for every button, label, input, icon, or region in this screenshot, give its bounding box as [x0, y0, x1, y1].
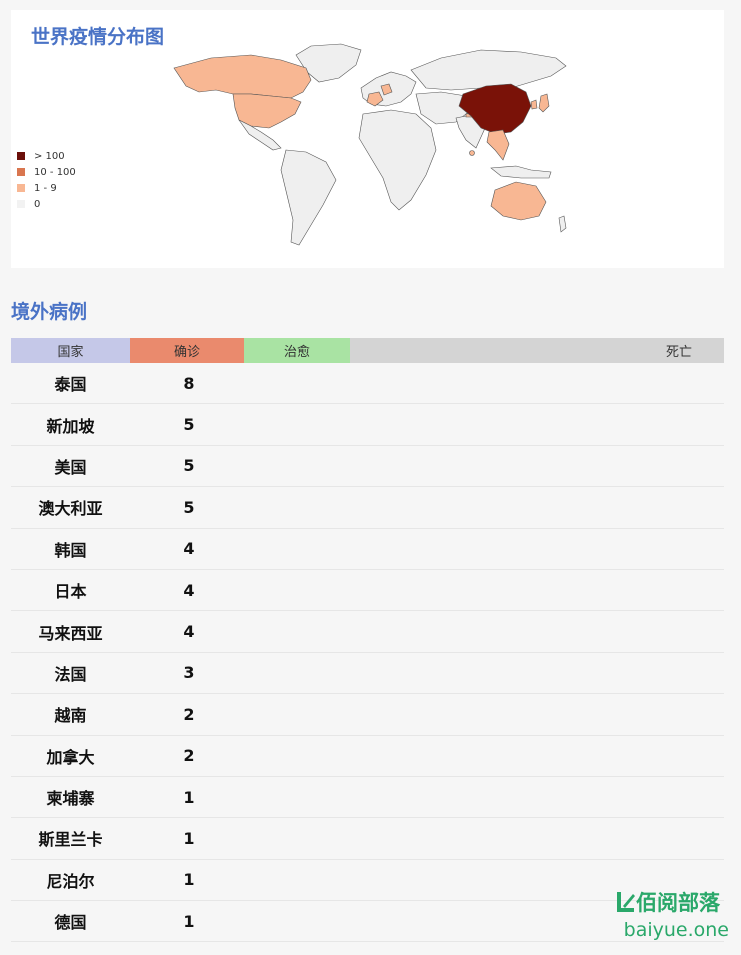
watermark: 佰阅部落 baiyue.one [614, 887, 729, 941]
cell-confirmed: 5 [183, 497, 195, 517]
cell-country: 新加坡 [46, 416, 95, 436]
header-confirmed[interactable]: 确诊 [130, 338, 244, 363]
cell-country: 德国 [54, 913, 87, 933]
cell-confirmed: 2 [183, 704, 195, 724]
table-row: 柬埔寨 1 [11, 777, 724, 819]
overseas-case-table: 泰国 8 新加坡 5 美国 5 澳大利亚 5 韩国 4 日本 4 马来西亚 4 法国 3 越南 2… [11, 363, 724, 943]
table-row: 美国 5 [11, 446, 724, 488]
cell-country: 澳大利亚 [38, 499, 103, 519]
map-region-south-america [280, 149, 337, 246]
cell-country: 柬埔寨 [46, 789, 95, 809]
table-row: 斯里兰卡 1 [11, 818, 724, 860]
watermark-logo-icon [617, 892, 635, 912]
cell-country: 日本 [54, 582, 87, 602]
cell-country: 韩国 [54, 540, 87, 560]
legend-label: > 100 [34, 150, 65, 162]
cell-confirmed: 4 [183, 539, 195, 559]
table-row: 越南 2 [11, 694, 724, 736]
table-row: 泰国 8 [11, 363, 724, 405]
legend-label: 1 - 9 [34, 182, 57, 194]
map-title: 世界疫情分布图 [31, 26, 165, 48]
map-region-japan [538, 93, 550, 113]
world-map-card: 世界疫情分布图 > 100 10 - 100 1 - 9 0 [11, 10, 724, 268]
cell-confirmed: 1 [183, 911, 195, 931]
cell-confirmed: 1 [183, 828, 195, 848]
map-region-korea [530, 99, 538, 110]
table-row: 马来西亚 4 [11, 611, 724, 653]
header-recovered[interactable]: 治愈 [244, 338, 350, 363]
legend-swatch [17, 152, 25, 160]
watermark-brand: 佰阅部落 [614, 887, 729, 917]
map-region-africa [358, 109, 437, 211]
cell-country: 马来西亚 [38, 623, 103, 643]
header-country[interactable]: 国家 [11, 338, 130, 363]
cell-confirmed: 2 [183, 746, 195, 766]
table-row: 日本 4 [11, 570, 724, 612]
cell-country: 尼泊尔 [46, 871, 95, 891]
cell-country: 法国 [54, 664, 87, 684]
cell-country: 泰国 [54, 375, 87, 395]
cell-confirmed: 5 [183, 456, 195, 476]
legend-item[interactable]: 10 - 100 [17, 164, 76, 180]
map-region-canada [173, 54, 312, 99]
cell-confirmed: 1 [183, 787, 195, 807]
legend-swatch [17, 184, 25, 192]
cell-country: 美国 [54, 457, 87, 477]
cell-confirmed: 4 [183, 580, 195, 600]
table-row: 加拿大 2 [11, 736, 724, 777]
cell-country: 加拿大 [46, 747, 95, 767]
header-deaths[interactable]: 死亡 [350, 338, 724, 363]
cell-confirmed: 4 [183, 622, 195, 642]
table-row: 韩国 4 [11, 529, 724, 570]
legend-swatch [17, 200, 25, 208]
table-header: 国家 确诊 治愈 死亡 [11, 338, 724, 363]
watermark-name: 佰阅部落 [636, 891, 720, 915]
cell-confirmed: 8 [183, 373, 195, 393]
cell-confirmed: 5 [183, 415, 195, 435]
table-row: 法国 3 [11, 653, 724, 695]
legend-label: 10 - 100 [34, 166, 76, 178]
map-region-australia [490, 181, 547, 221]
legend-item[interactable]: 0 [17, 196, 76, 212]
overseas-section-title: 境外病例 [11, 301, 88, 323]
map-region-southeast-asia [486, 129, 510, 161]
cell-country: 越南 [54, 706, 87, 726]
legend-item[interactable]: 1 - 9 [17, 180, 76, 196]
legend-label: 0 [34, 198, 41, 210]
cell-confirmed: 3 [183, 663, 195, 683]
cell-country: 斯里兰卡 [38, 830, 103, 850]
table-row: 新加坡 5 [11, 404, 724, 446]
legend-swatch [17, 168, 25, 176]
map-region-sri-lanka [469, 150, 475, 156]
map-legend: > 100 10 - 100 1 - 9 0 [17, 148, 76, 212]
cell-confirmed: 1 [183, 870, 195, 890]
legend-item[interactable]: > 100 [17, 148, 76, 164]
watermark-domain: baiyue.one [623, 919, 729, 941]
table-row: 澳大利亚 5 [11, 487, 724, 529]
map-region-russia [410, 49, 567, 91]
